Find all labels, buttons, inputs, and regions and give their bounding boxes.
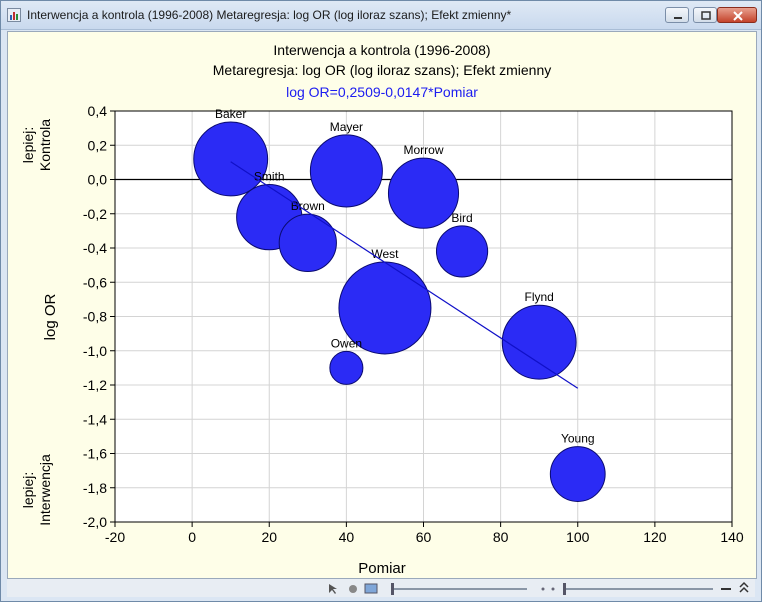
- bubble-mayer: [309, 134, 383, 208]
- x-axis-label: Pomiar: [358, 560, 406, 577]
- bubble-label-bird: Bird: [451, 211, 472, 225]
- x-tick-label: -20: [105, 529, 125, 545]
- y-tick-label: -1,8: [83, 480, 107, 496]
- bubble-chart: Interwencja a kontrola (1996-2008) Metar…: [20, 42, 744, 577]
- pointer-icon[interactable]: [329, 584, 337, 594]
- y-tick-label: -1,0: [83, 343, 107, 359]
- bubble-flynd: [501, 304, 577, 380]
- side-label-interwencja-line2: Interwencja: [37, 454, 53, 526]
- side-label-kontrola-line1: lepiej:: [20, 127, 36, 164]
- bubble-label-west: West: [371, 247, 399, 261]
- bubble-label-mayer: Mayer: [330, 120, 363, 134]
- y-tick-label: -0,6: [83, 274, 107, 290]
- close-icon: [733, 11, 743, 21]
- y-tick-label: -0,8: [83, 309, 107, 325]
- bubble-label-smith: Smith: [254, 170, 285, 184]
- side-label-kontrola-line2: Kontrola: [37, 119, 53, 171]
- bubble-young: [549, 446, 606, 502]
- y-tick-label: 0,4: [88, 103, 108, 119]
- close-button[interactable]: [717, 7, 757, 23]
- x-tick-label: 120: [643, 529, 667, 545]
- bubble-label-morrow: Morrow: [403, 143, 443, 157]
- y-tick-label: 0,2: [88, 137, 108, 153]
- y-tick-label: 0,0: [88, 172, 108, 188]
- bubble-label-flynd: Flynd: [525, 290, 554, 304]
- x-tick-label: 20: [261, 529, 277, 545]
- plot-area: Interwencja a kontrola (1996-2008) Metar…: [7, 31, 757, 579]
- hand-icon[interactable]: [349, 585, 357, 593]
- side-label-interwencja-line1: lepiej:: [20, 472, 36, 509]
- regression-equation: log OR=0,2509-0,0147*Pomiar: [286, 84, 478, 100]
- minimize-button[interactable]: [665, 7, 689, 23]
- bubble-label-young: Young: [561, 432, 595, 446]
- y-axis-label: log OR: [42, 293, 59, 340]
- chart-window: Interwencja a kontrola (1996-2008) Metar…: [0, 0, 762, 602]
- y-tick-label: -1,6: [83, 446, 107, 462]
- y-tick-label: -0,4: [83, 240, 107, 256]
- bubble-label-baker: Baker: [215, 107, 246, 121]
- chart-title: Interwencja a kontrola (1996-2008): [273, 42, 490, 58]
- zoom-slider[interactable]: [391, 583, 527, 595]
- bubble-label-brown: Brown: [291, 199, 325, 213]
- y-tick-label: -2,0: [83, 514, 107, 530]
- horizontal-scrollbar[interactable]: [563, 583, 713, 595]
- title-bar[interactable]: Interwencja a kontrola (1996-2008) Metar…: [1, 1, 761, 30]
- collapse-icon[interactable]: [739, 581, 749, 593]
- bubble-owen: [329, 350, 364, 385]
- bubble-brown: [278, 213, 337, 272]
- palette-icon[interactable]: [364, 583, 378, 594]
- minimize-icon: [674, 17, 682, 19]
- bubble-label-owen: Owen: [331, 336, 362, 350]
- y-tick-label: -1,2: [83, 377, 107, 393]
- x-tick-label: 60: [416, 529, 432, 545]
- maximize-icon: [701, 11, 711, 20]
- window-title: Interwencja a kontrola (1996-2008) Metar…: [27, 8, 512, 22]
- x-tick-label: 100: [566, 529, 590, 545]
- x-tick-label: 140: [720, 529, 744, 545]
- x-tick-label: 40: [339, 529, 355, 545]
- bubble-morrow: [387, 157, 460, 229]
- chart-subtitle: Metaregresja: log OR (log iloraz szans);…: [213, 62, 551, 78]
- status-controls: [329, 581, 749, 595]
- y-tick-label: -0,2: [83, 206, 107, 222]
- bubble-baker: [193, 121, 269, 197]
- chart-app-icon: [7, 8, 21, 22]
- x-tick-label: 0: [188, 529, 196, 545]
- maximize-button[interactable]: [693, 7, 717, 23]
- bubble-bird: [435, 225, 489, 278]
- y-tick-label: -1,4: [83, 411, 107, 427]
- page-dots: [541, 587, 555, 591]
- x-tick-label: 80: [493, 529, 509, 545]
- status-bar: [7, 579, 755, 597]
